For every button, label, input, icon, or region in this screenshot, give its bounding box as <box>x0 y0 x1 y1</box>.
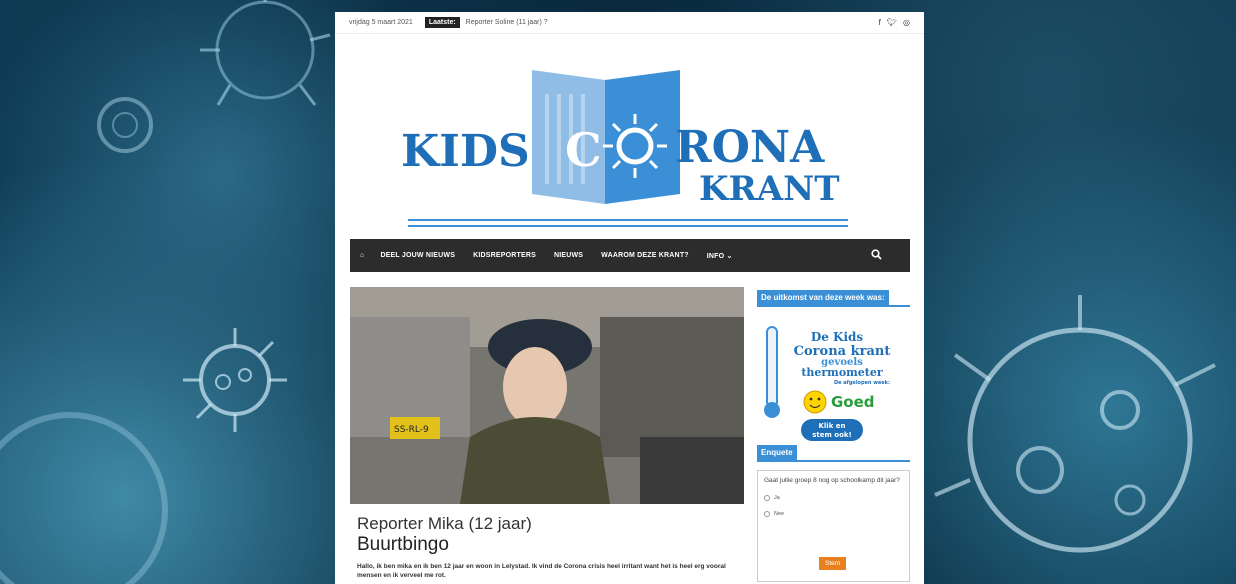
social-links: f 🐦︎ ◎ <box>879 18 910 27</box>
nav-item-info[interactable]: INFO ⌄ <box>707 252 733 260</box>
poll-box: Gaat jullie groep 8 nog op schoolkamp di… <box>757 470 910 582</box>
top-bar: vrijdag 5 maart 2021 Laatste: Reporter S… <box>335 12 924 34</box>
license-plate: SS-RL-9 <box>394 425 429 435</box>
vote-button[interactable]: Stem <box>819 557 847 570</box>
logo-word-krant: KRANT <box>699 169 840 209</box>
main-navigation: ⌂ DEEL JOUW NIEUWS KIDSREPORTERS NIEUWS … <box>350 239 910 272</box>
chevron-down-icon: ⌄ <box>726 252 733 260</box>
virus-illustration-left-top <box>200 0 331 106</box>
twitter-icon[interactable]: 🐦︎ <box>887 18 897 27</box>
facebook-icon[interactable]: f <box>879 18 881 27</box>
home-icon[interactable]: ⌂ <box>360 252 364 259</box>
site-logo[interactable]: KIDS C RONA KRANT est. 2020 <box>335 34 924 237</box>
latest-headline-link[interactable]: Reporter Soline (11 jaar) ? <box>466 19 548 26</box>
logo-word-kids: KIDS <box>401 126 530 177</box>
logo-graphic: KIDS C RONA KRANT est. 2020 <box>401 70 848 227</box>
latest-tag: Laatste: <box>424 17 460 28</box>
logo-word-rona: RONA <box>675 122 825 173</box>
website-page: vrijdag 5 maart 2021 Laatste: Reporter S… <box>335 12 924 584</box>
sidebar: De uitkomst van deze week was: De Kids C… <box>757 287 910 582</box>
poll-question: Gaat jullie groep 8 nog op schoolkamp di… <box>764 477 900 484</box>
nav-item-kidsreporters[interactable]: KIDSREPORTERS <box>473 252 536 259</box>
thermo-cta-line1: Klik en <box>818 422 845 430</box>
search-icon[interactable] <box>871 249 882 262</box>
article-title[interactable]: Buurtbingo <box>357 534 449 556</box>
poll-option-no[interactable]: Nee <box>764 511 903 517</box>
radio-no[interactable] <box>764 511 770 517</box>
poll-option-no-label: Nee <box>774 511 785 517</box>
article-reporter-title[interactable]: Reporter Mika (12 jaar) <box>357 514 532 534</box>
article-intro: Hallo, ik ben mika en ik ben 12 jaar en … <box>357 563 726 579</box>
virus-illustration-right <box>934 295 1216 553</box>
virus-illustration-bottom-left <box>0 412 168 584</box>
widget-rule <box>757 460 910 462</box>
widget-title-results: De uitkomst van deze week was: <box>757 290 889 305</box>
nav-item-info-label: INFO <box>706 252 725 260</box>
thermo-line4: thermometer <box>801 366 883 379</box>
nav-item-waarom-deze-krant[interactable]: WAAROM DEZE KRANT? <box>601 252 689 259</box>
instagram-icon[interactable]: ◎ <box>903 18 910 27</box>
radio-yes[interactable] <box>764 495 770 501</box>
thermometer-banner[interactable]: De Kids Corona krant gevoels thermometer… <box>757 307 910 442</box>
logo-est: est. 2020 <box>455 180 532 198</box>
thermo-result: Goed <box>831 393 875 411</box>
article-hero-image[interactable]: SS-RL-9 <box>350 287 744 504</box>
thermo-line1: De Kids <box>811 330 864 344</box>
widget-title-enquete: Enquete <box>757 445 797 460</box>
logo-letter-c: C <box>565 123 602 177</box>
nav-item-nieuws[interactable]: NIEUWS <box>554 252 583 259</box>
current-date: vrijdag 5 maart 2021 <box>349 19 413 26</box>
poll-option-yes[interactable]: Ja <box>764 495 903 501</box>
thermo-week-label: De afgelopen week: <box>834 380 890 386</box>
poll-option-yes-label: Ja <box>774 495 780 501</box>
nav-item-deel-jouw-nieuws[interactable]: DEEL JOUW NIEUWS <box>380 252 455 259</box>
thermo-cta-line2: stem ook! <box>812 431 851 439</box>
virus-illustration-left-mid <box>97 97 153 153</box>
virus-illustration-left-bottom <box>183 328 287 432</box>
